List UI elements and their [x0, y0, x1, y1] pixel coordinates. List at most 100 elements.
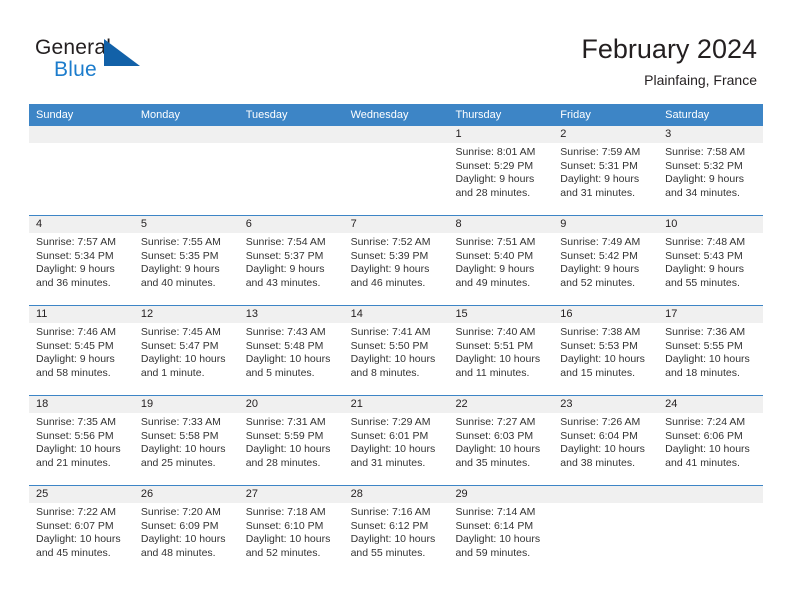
- day-info-line: and 38 minutes.: [560, 456, 636, 469]
- week-detail-row: Sunrise: 7:46 AM Sunset: 5:45 PM Daylight:…: [29, 323, 763, 395]
- day-info-line: Sunset: 6:12 PM: [350, 519, 429, 532]
- page-header: General Blue February 2024 Plainfaing, F…: [0, 0, 792, 104]
- day-number-19[interactable]: 19: [134, 396, 239, 413]
- day-number-9[interactable]: 9: [553, 216, 658, 233]
- day-number-11[interactable]: 11: [29, 306, 134, 323]
- day-cell-4[interactable]: Sunrise: 7:57 AM Sunset: 5:34 PM Daylight:…: [29, 233, 134, 305]
- day-info-line: Daylight: 10 hours: [560, 353, 645, 365]
- day-info-line: Sunrise: 7:27 AM: [455, 416, 536, 428]
- brand-logo[interactable]: General Blue: [35, 36, 235, 91]
- day-info-line: Daylight: 9 hours: [560, 173, 640, 185]
- day-number-6[interactable]: 6: [239, 216, 344, 233]
- day-info-line: Sunset: 5:31 PM: [560, 159, 638, 172]
- day-number-7[interactable]: 7: [344, 216, 449, 233]
- day-info-line: Sunrise: 7:52 AM: [350, 236, 431, 248]
- day-info-line: Sunrise: 7:45 AM: [140, 326, 221, 338]
- day-cell-13[interactable]: Sunrise: 7:43 AM Sunset: 5:48 PM Daylight:…: [239, 323, 344, 395]
- day-cell-29[interactable]: Sunrise: 7:14 AM Sunset: 6:14 PM Daylight:…: [448, 503, 553, 575]
- day-info-line: Sunrise: 7:51 AM: [455, 236, 536, 248]
- day-info-line: and 15 minutes.: [560, 366, 636, 379]
- day-info-line: and 58 minutes.: [36, 366, 111, 379]
- day-info-line: Daylight: 9 hours: [665, 173, 744, 185]
- day-number-14[interactable]: 14: [344, 306, 449, 323]
- day-number-21[interactable]: 21: [344, 396, 449, 413]
- day-number-18[interactable]: 18: [29, 396, 134, 413]
- day-cell-1[interactable]: Sunrise: 8:01 AM Sunset: 5:29 PM Daylight:…: [448, 143, 553, 215]
- day-cell-5[interactable]: Sunrise: 7:55 AM Sunset: 5:35 PM Daylight:…: [134, 233, 239, 305]
- day-cell-26[interactable]: Sunrise: 7:20 AM Sunset: 6:09 PM Daylight:…: [134, 503, 239, 575]
- day-info-line: Daylight: 10 hours: [665, 353, 750, 365]
- day-cell-22[interactable]: Sunrise: 7:27 AM Sunset: 6:03 PM Daylight:…: [448, 413, 553, 485]
- day-cell-12[interactable]: Sunrise: 7:45 AM Sunset: 5:47 PM Daylight:…: [134, 323, 239, 395]
- day-info-line: Daylight: 10 hours: [455, 353, 541, 365]
- day-number-15[interactable]: 15: [448, 306, 553, 323]
- day-cell-25[interactable]: Sunrise: 7:22 AM Sunset: 6:07 PM Daylight:…: [29, 503, 134, 575]
- day-info-line: Sunrise: 7:40 AM: [455, 326, 536, 338]
- day-info-line: Daylight: 10 hours: [665, 443, 750, 455]
- day-number-25[interactable]: 25: [29, 486, 134, 503]
- day-info-line: Sunset: 6:10 PM: [245, 519, 324, 532]
- day-number-27[interactable]: 27: [239, 486, 344, 503]
- day-info-line: Daylight: 10 hours: [36, 533, 121, 545]
- day-number-12[interactable]: 12: [134, 306, 239, 323]
- day-info-line: Sunrise: 7:14 AM: [455, 506, 536, 518]
- day-number-23[interactable]: 23: [553, 396, 658, 413]
- calendar-week-row: 18 19 20 21 22 23 24 Sunrise: 7:35 AM Sunset: 5:…: [29, 395, 763, 485]
- day-number-28[interactable]: 28: [344, 486, 449, 503]
- day-cell-8[interactable]: Sunrise: 7:51 AM Sunset: 5:40 PM Daylight:…: [448, 233, 553, 305]
- day-number-22[interactable]: 22: [448, 396, 553, 413]
- day-number-1[interactable]: 1: [448, 126, 553, 143]
- day-cell-empty: [134, 143, 239, 215]
- day-info-line: Daylight: 9 hours: [36, 263, 115, 275]
- day-number-5[interactable]: 5: [134, 216, 239, 233]
- day-number-13[interactable]: 13: [239, 306, 344, 323]
- day-cell-15[interactable]: Sunrise: 7:40 AM Sunset: 5:51 PM Daylight:…: [448, 323, 553, 395]
- day-info-line: Sunset: 6:01 PM: [350, 429, 429, 442]
- calendar-weeks: 1 2 3 Sunrise: 8:01 AM Sunset: 5:29 PM Daylig…: [29, 126, 763, 575]
- day-cell-2[interactable]: Sunrise: 7:59 AM Sunset: 5:31 PM Daylight:…: [553, 143, 658, 215]
- day-number-29[interactable]: 29: [448, 486, 553, 503]
- day-number-8[interactable]: 8: [448, 216, 553, 233]
- day-info-line: Sunrise: 7:26 AM: [560, 416, 641, 428]
- day-cell-10[interactable]: Sunrise: 7:48 AM Sunset: 5:43 PM Daylight:…: [658, 233, 763, 305]
- day-info-line: Sunrise: 8:01 AM: [455, 146, 536, 158]
- day-cell-14[interactable]: Sunrise: 7:41 AM Sunset: 5:50 PM Daylight:…: [344, 323, 449, 395]
- day-number-20[interactable]: 20: [239, 396, 344, 413]
- day-info-line: Sunrise: 7:16 AM: [350, 506, 431, 518]
- day-cell-20[interactable]: Sunrise: 7:31 AM Sunset: 5:59 PM Daylight:…: [239, 413, 344, 485]
- day-cell-3[interactable]: Sunrise: 7:58 AM Sunset: 5:32 PM Daylight:…: [658, 143, 763, 215]
- day-info-line: Daylight: 10 hours: [560, 443, 645, 455]
- day-cell-19[interactable]: Sunrise: 7:33 AM Sunset: 5:58 PM Daylight:…: [134, 413, 239, 485]
- day-cell-16[interactable]: Sunrise: 7:38 AM Sunset: 5:53 PM Daylight:…: [553, 323, 658, 395]
- day-cell-28[interactable]: Sunrise: 7:16 AM Sunset: 6:12 PM Daylight:…: [344, 503, 449, 575]
- day-info-line: Sunrise: 7:24 AM: [665, 416, 746, 428]
- day-cell-11[interactable]: Sunrise: 7:46 AM Sunset: 5:45 PM Daylight:…: [29, 323, 134, 395]
- day-cell-27[interactable]: Sunrise: 7:18 AM Sunset: 6:10 PM Daylight:…: [239, 503, 344, 575]
- day-number-16[interactable]: 16: [553, 306, 658, 323]
- day-number-17[interactable]: 17: [658, 306, 763, 323]
- day-cell-empty: [553, 503, 658, 575]
- day-number-26[interactable]: 26: [134, 486, 239, 503]
- day-info-line: Daylight: 10 hours: [140, 533, 226, 545]
- day-number-3[interactable]: 3: [658, 126, 763, 143]
- day-number-4[interactable]: 4: [29, 216, 134, 233]
- day-info-line: Sunset: 5:53 PM: [560, 339, 638, 352]
- day-number-2[interactable]: 2: [553, 126, 658, 143]
- calendar-page: General Blue February 2024 Plainfaing, F…: [0, 0, 792, 612]
- week-date-band: 123: [29, 126, 763, 143]
- day-number-10[interactable]: 10: [658, 216, 763, 233]
- calendar-week-row: 11 12 13 14 15 16 17 Sunrise: 7:46 AM Sunset: 5:…: [29, 305, 763, 395]
- week-detail-row: Sunrise: 7:35 AM Sunset: 5:56 PM Daylight:…: [29, 413, 763, 485]
- day-cell-6[interactable]: Sunrise: 7:54 AM Sunset: 5:37 PM Daylight:…: [239, 233, 344, 305]
- week-date-band: 11 12 13 14 15 16 17: [29, 306, 763, 323]
- day-cell-18[interactable]: Sunrise: 7:35 AM Sunset: 5:56 PM Daylight:…: [29, 413, 134, 485]
- day-cell-21[interactable]: Sunrise: 7:29 AM Sunset: 6:01 PM Daylight:…: [344, 413, 449, 485]
- day-number-24[interactable]: 24: [658, 396, 763, 413]
- day-cell-24[interactable]: Sunrise: 7:24 AM Sunset: 6:06 PM Daylight:…: [658, 413, 763, 485]
- day-cell-23[interactable]: Sunrise: 7:26 AM Sunset: 6:04 PM Daylight:…: [553, 413, 658, 485]
- day-cell-17[interactable]: Sunrise: 7:36 AM Sunset: 5:55 PM Daylight:…: [658, 323, 763, 395]
- day-info-line: and 21 minutes.: [36, 456, 111, 469]
- day-cell-7[interactable]: Sunrise: 7:52 AM Sunset: 5:39 PM Daylight:…: [344, 233, 449, 305]
- weekday-header-wednesday: Wednesday: [350, 109, 409, 121]
- day-cell-9[interactable]: Sunrise: 7:49 AM Sunset: 5:42 PM Daylight:…: [553, 233, 658, 305]
